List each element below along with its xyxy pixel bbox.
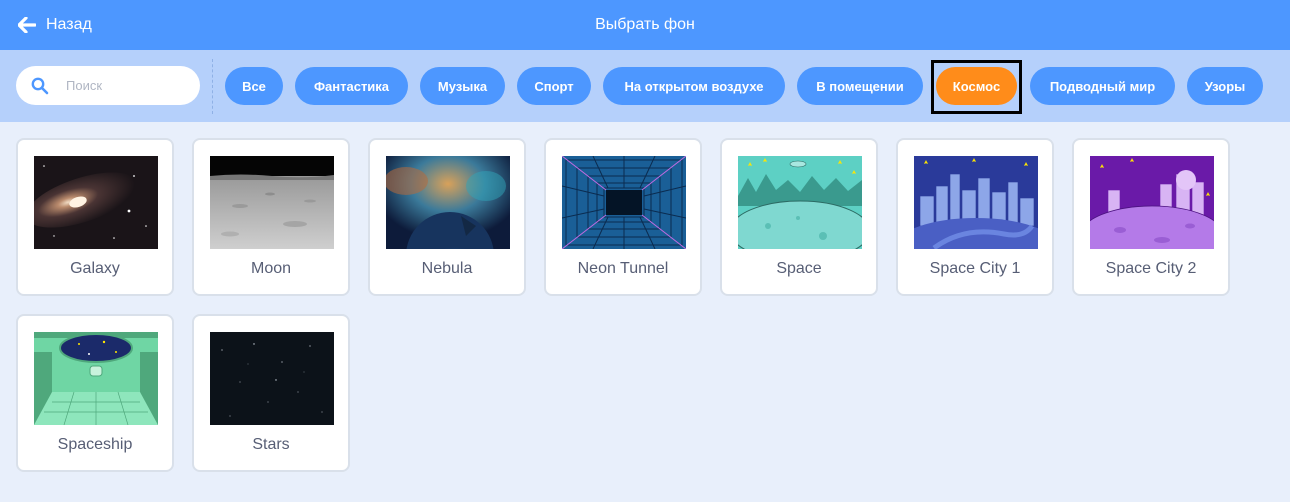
space-thumbnail: [738, 156, 862, 249]
backdrop-card-space-city-2[interactable]: Space City 2: [1072, 138, 1230, 296]
tag-music[interactable]: Музыка: [420, 67, 505, 105]
modal-header: Назад Выбрать фон: [0, 0, 1290, 50]
tag-underwater[interactable]: Подводный мир: [1030, 67, 1175, 105]
search-box[interactable]: [16, 66, 200, 105]
backdrop-name: Space City 2: [1105, 260, 1197, 277]
back-button[interactable]: Назад: [18, 0, 92, 50]
nebula-thumbnail: [386, 156, 510, 249]
back-arrow-icon: [18, 17, 36, 33]
backdrop-name: Nebula: [421, 260, 473, 277]
tag-label: Фантастика: [313, 78, 390, 94]
filter-divider: [212, 59, 213, 114]
backdrop-name: Stars: [252, 436, 290, 453]
filter-bar: Все Фантастика Музыка Спорт На открытом …: [0, 50, 1290, 122]
tag-label: Космос: [952, 78, 1001, 94]
back-label: Назад: [46, 16, 92, 33]
galaxy-thumbnail: [34, 156, 158, 249]
moon-thumbnail: [210, 156, 334, 249]
backdrop-name: Spaceship: [57, 436, 133, 453]
tag-sports[interactable]: Спорт: [517, 67, 591, 105]
tag-indoors[interactable]: В помещении: [797, 67, 923, 105]
backdrop-name: Space: [776, 260, 822, 277]
tag-label: В помещении: [816, 78, 904, 94]
tag-label: Подводный мир: [1049, 78, 1156, 94]
backdrop-card-moon[interactable]: Moon: [192, 138, 350, 296]
backdrop-card-neon-tunnel[interactable]: Neon Tunnel: [544, 138, 702, 296]
space-city-1-thumbnail: [914, 156, 1038, 249]
tag-all[interactable]: Все: [225, 67, 283, 105]
search-icon: [31, 77, 49, 95]
backdrop-card-space-city-1[interactable]: Space City 1: [896, 138, 1054, 296]
spaceship-thumbnail: [34, 332, 158, 425]
backdrop-name: Moon: [250, 260, 292, 277]
tag-label: Узоры: [1204, 78, 1246, 94]
search-input[interactable]: [66, 66, 190, 105]
space-city-2-thumbnail: [1090, 156, 1214, 249]
backdrop-card-galaxy[interactable]: Galaxy: [16, 138, 174, 296]
tag-outdoors[interactable]: На открытом воздухе: [603, 67, 785, 105]
backdrop-name: Neon Tunnel: [577, 260, 669, 277]
tag-label: Музыка: [437, 78, 488, 94]
tag-label: На открытом воздухе: [624, 78, 764, 94]
stars-thumbnail: [210, 332, 334, 425]
tag-space[interactable]: Космос: [936, 67, 1017, 105]
tag-fantasy[interactable]: Фантастика: [295, 67, 408, 105]
backdrop-card-spaceship[interactable]: Spaceship: [16, 314, 174, 472]
tag-patterns[interactable]: Узоры: [1187, 67, 1263, 105]
tag-label: Все: [242, 78, 266, 94]
backdrop-card-space[interactable]: Space: [720, 138, 878, 296]
backdrop-name: Space City 1: [929, 260, 1021, 277]
backdrop-name: Galaxy: [70, 260, 120, 277]
backdrop-card-stars[interactable]: Stars: [192, 314, 350, 472]
modal-title: Выбрать фон: [595, 16, 695, 33]
neon-tunnel-thumbnail: [562, 156, 686, 249]
tag-label: Спорт: [534, 78, 574, 94]
backdrop-card-nebula[interactable]: Nebula: [368, 138, 526, 296]
